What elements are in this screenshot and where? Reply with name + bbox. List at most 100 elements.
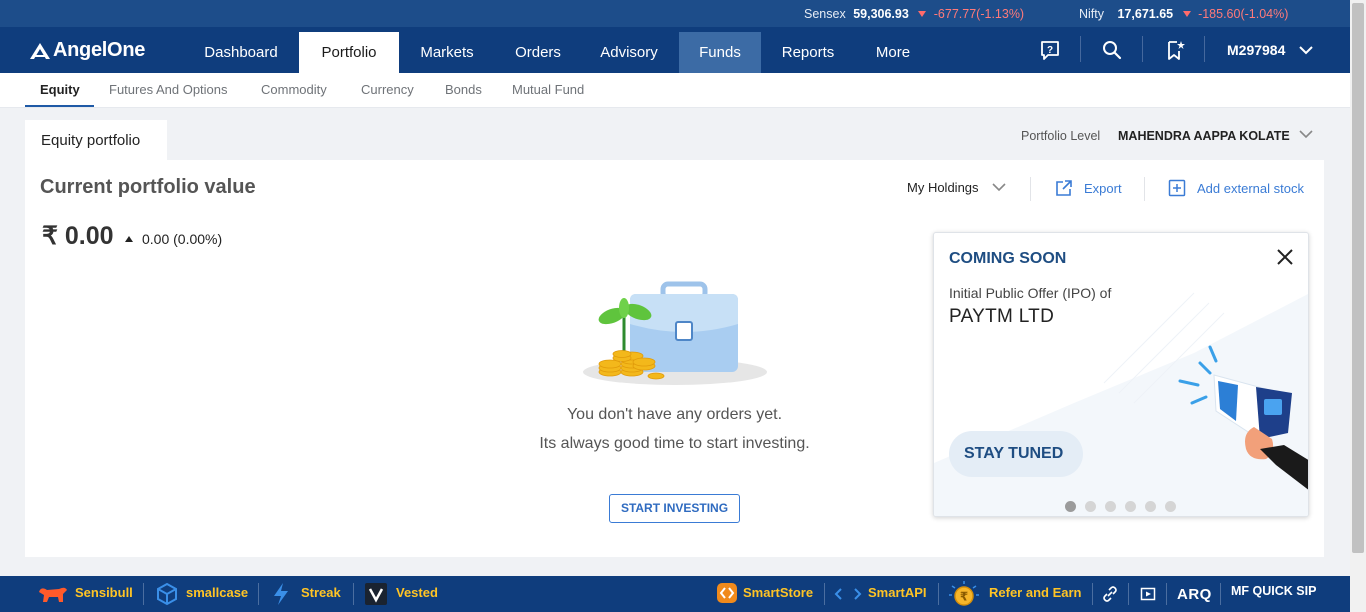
nav-funds[interactable]: Funds xyxy=(679,32,761,73)
up-arrow-icon xyxy=(125,236,133,242)
sensex-ticker: Sensex 59,306.93 -677.77(-1.13%) xyxy=(804,7,1024,21)
carousel-dot[interactable] xyxy=(1125,501,1136,512)
footer-divider xyxy=(824,583,825,605)
nifty-change: -185.60(-1.04%) xyxy=(1198,7,1289,21)
promo-stay-tuned: STAY TUNED xyxy=(949,431,1083,477)
holdings-dropdown[interactable]: My Holdings xyxy=(907,180,1006,195)
search-icon[interactable] xyxy=(1101,39,1123,61)
chevron-down-icon[interactable] xyxy=(1299,129,1313,139)
nav-advisory[interactable]: Advisory xyxy=(585,32,673,73)
close-icon[interactable] xyxy=(1276,248,1294,266)
video-play-icon[interactable] xyxy=(1140,586,1156,602)
smartapi-code-icon xyxy=(834,588,862,600)
footer-divider xyxy=(1092,583,1093,605)
tab-equity[interactable]: Equity xyxy=(40,82,80,97)
tab-futures-options[interactable]: Futures And Options xyxy=(109,82,228,97)
empty-portfolio-illustration xyxy=(583,281,767,385)
svg-text:₹: ₹ xyxy=(960,590,968,604)
refer-earn-coin-icon: ₹ xyxy=(949,581,979,606)
megaphone-illustration xyxy=(1178,345,1308,490)
smallcase-icon xyxy=(157,582,177,606)
angelone-logo-icon xyxy=(30,42,50,59)
svg-text:?: ? xyxy=(1047,45,1053,56)
nifty-ticker: Nifty 17,671.65 -185.60(-1.04%) xyxy=(1079,7,1288,21)
add-square-icon[interactable] xyxy=(1168,179,1186,197)
nav-portfolio[interactable]: Portfolio xyxy=(299,32,399,73)
export-button[interactable]: Export xyxy=(1084,181,1122,196)
mf-quick-sip-link[interactable]: MF QUICK SIP xyxy=(1231,584,1316,598)
footer-link-sensibull[interactable]: Sensibull xyxy=(75,585,133,600)
portfolio-amount: ₹ 0.00 xyxy=(42,222,114,250)
sensex-label: Sensex xyxy=(804,7,846,21)
promo-ipo-label: Initial Public Offer (IPO) of xyxy=(949,285,1112,301)
carousel-dot[interactable] xyxy=(1165,501,1176,512)
active-tab-indicator xyxy=(25,105,94,107)
footer-link-smartapi[interactable]: SmartAPI xyxy=(868,585,927,600)
export-icon[interactable] xyxy=(1055,179,1073,197)
footer-link-smartstore[interactable]: SmartStore xyxy=(743,585,813,600)
nav-reports[interactable]: Reports xyxy=(768,32,848,73)
sensex-change: -677.77(-1.13%) xyxy=(933,7,1025,21)
toolbar-divider xyxy=(1030,177,1031,201)
portfolio-change: 0.00 (0.00%) xyxy=(125,231,222,247)
help-icon[interactable]: ? xyxy=(1039,39,1061,61)
footer-divider xyxy=(938,583,939,605)
watchlist-bookmark-icon[interactable] xyxy=(1164,39,1186,61)
carousel-dot[interactable] xyxy=(1085,501,1096,512)
tab-bonds[interactable]: Bonds xyxy=(445,82,482,97)
arq-logo[interactable]: ARQ xyxy=(1177,586,1212,603)
footer-divider xyxy=(353,583,354,605)
tab-commodity[interactable]: Commodity xyxy=(261,82,327,97)
down-arrow-icon xyxy=(1182,11,1191,17)
nav-more[interactable]: More xyxy=(858,32,928,73)
sensibull-bull-icon xyxy=(39,587,67,602)
carousel-dot[interactable] xyxy=(1105,501,1116,512)
user-id: M297984 xyxy=(1227,42,1286,58)
footer-link-refer-earn[interactable]: Refer and Earn xyxy=(989,585,1081,600)
portfolio-subnav: Equity Futures And Options Commodity Cur… xyxy=(0,73,1350,108)
ipo-promo-card[interactable]: COMING SOON Initial Public Offer (IPO) o… xyxy=(933,232,1309,517)
nav-divider xyxy=(1142,36,1143,62)
smartstore-icon xyxy=(717,583,737,603)
footer-link-streak[interactable]: Streak xyxy=(301,585,341,600)
carousel-dot[interactable] xyxy=(1145,501,1156,512)
footer-link-vested[interactable]: Vested xyxy=(396,585,438,600)
partner-footer-bar: Sensibull smallcase Streak Vested SmartS… xyxy=(0,576,1350,612)
sensex-value: 59,306.93 xyxy=(853,7,909,21)
nav-dashboard[interactable]: Dashboard xyxy=(186,32,296,73)
main-navigation: AngelOne Dashboard Portfolio Markets Ord… xyxy=(0,27,1350,73)
footer-divider xyxy=(1220,583,1221,605)
promo-company-name: PAYTM LTD xyxy=(949,306,1055,327)
logo-text: AngelOne xyxy=(53,39,146,61)
promo-heading: COMING SOON xyxy=(949,250,1067,267)
portfolio-level-select[interactable]: MAHENDRA AAPPA KOLATE xyxy=(1118,129,1290,143)
current-portfolio-value-title: Current portfolio value xyxy=(40,176,256,198)
footer-divider xyxy=(258,583,259,605)
nav-divider xyxy=(1080,36,1081,62)
link-icon[interactable] xyxy=(1102,586,1118,602)
start-investing-button[interactable]: START INVESTING xyxy=(609,494,740,523)
toolbar-divider xyxy=(1144,177,1145,201)
equity-portfolio-tab[interactable]: Equity portfolio xyxy=(25,120,167,160)
nav-markets[interactable]: Markets xyxy=(403,32,491,73)
streak-lightning-icon xyxy=(274,583,288,605)
market-ticker: Sensex 59,306.93 -677.77(-1.13%) Nifty 1… xyxy=(0,0,1350,27)
nifty-value: 17,671.65 xyxy=(1117,7,1174,21)
portfolio-change-value: 0.00 (0.00%) xyxy=(142,231,223,247)
nav-divider xyxy=(1204,36,1205,62)
down-arrow-icon xyxy=(918,11,927,17)
user-account-menu[interactable]: M297984 xyxy=(1227,42,1313,58)
footer-link-smallcase[interactable]: smallcase xyxy=(186,585,248,600)
add-external-stock-button[interactable]: Add external stock xyxy=(1197,181,1304,196)
angelone-logo[interactable]: AngelOne xyxy=(30,39,145,62)
vested-icon xyxy=(365,583,387,605)
portfolio-level-label: Portfolio Level xyxy=(1021,129,1101,143)
tab-currency[interactable]: Currency xyxy=(361,82,414,97)
chevron-down-icon xyxy=(1299,46,1313,55)
scrollbar-thumb[interactable] xyxy=(1352,3,1364,553)
footer-divider xyxy=(1166,583,1167,605)
nav-orders[interactable]: Orders xyxy=(498,32,578,73)
carousel-dot[interactable] xyxy=(1065,501,1076,512)
tab-mutual-fund[interactable]: Mutual Fund xyxy=(512,82,584,97)
footer-divider xyxy=(1128,583,1129,605)
